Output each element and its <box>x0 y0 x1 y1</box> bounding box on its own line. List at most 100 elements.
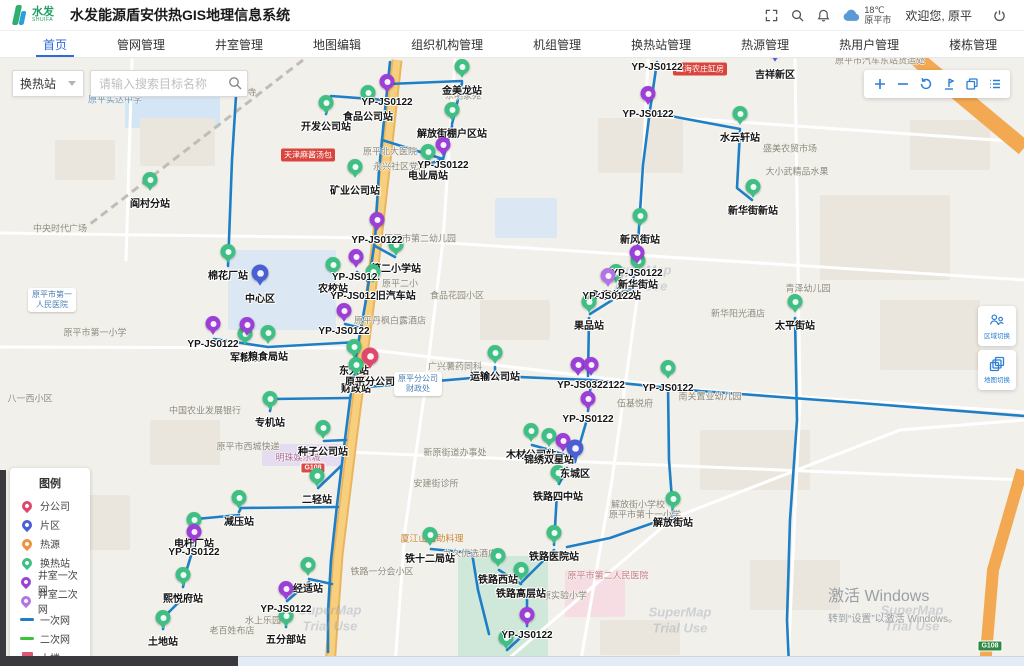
map-marker-新华街新站[interactable] <box>745 179 761 200</box>
category-select[interactable]: 换热站 <box>12 70 84 97</box>
map-marker-新风街站[interactable] <box>632 208 648 229</box>
map-marker-YP-JS0122[interactable] <box>205 316 221 337</box>
nav-item-热用户管理[interactable]: 热用户管理 <box>814 31 924 57</box>
legend-item-label: 一次网 <box>40 612 70 627</box>
basemap-poi-label: 原平市第一小学 <box>63 326 126 339</box>
marker-label: 新风街站 <box>620 231 660 246</box>
map-marker-YP-JS0122[interactable] <box>649 58 665 60</box>
fullscreen-icon[interactable] <box>758 4 784 26</box>
marker-label: YP-JS0122 <box>562 414 613 425</box>
zoom-out-button[interactable] <box>891 72 914 96</box>
map-marker-粮食局站[interactable] <box>260 325 276 346</box>
cloud-icon <box>842 9 860 22</box>
top-bar: 水发 SHUIFA 水发能源盾安供热GIS地理信息系统 18℃ 原平市 欢迎您,… <box>0 0 1024 30</box>
map-marker-YP-JS012.[interactable] <box>348 249 364 270</box>
region-switch-button[interactable]: 区域切换 <box>978 306 1016 346</box>
map-marker-阎村分站[interactable] <box>142 172 158 193</box>
map-marker-YP-JS0122[interactable] <box>369 212 385 233</box>
map-marker-YP-JS0122[interactable] <box>519 607 535 628</box>
map-marker-吉祥新区[interactable] <box>766 58 784 64</box>
map-marker-YP-JS0322122[interactable] <box>583 357 599 378</box>
marker-label: YP-JS0122 <box>631 62 682 73</box>
measure-button[interactable] <box>937 72 960 96</box>
map-marker-太平街站[interactable] <box>787 294 803 315</box>
reset-view-button[interactable] <box>914 72 937 96</box>
nav-item-首页[interactable]: 首页 <box>18 31 92 57</box>
map-marker-专机站[interactable] <box>262 391 278 412</box>
marker-label: YP-JS0122 <box>361 97 412 108</box>
marker-label: 食品公司站 <box>343 108 393 123</box>
map-marker-金美龙站[interactable] <box>454 59 470 80</box>
map-marker-开发公司站[interactable] <box>318 95 334 116</box>
map-marker-解放街站[interactable] <box>665 491 681 512</box>
region-switch-label: 区域切换 <box>984 330 1010 340</box>
legend-list-button[interactable] <box>983 72 1006 96</box>
map-marker-二轻站[interactable] <box>309 468 325 489</box>
basemap-poi-label: 原平市西城快递 <box>216 440 279 453</box>
zoom-in-button[interactable] <box>868 72 891 96</box>
map-marker-矿业公司站[interactable] <box>347 159 363 180</box>
basemap-poi-label: 青泽幼儿园 <box>785 282 830 295</box>
map-marker-运输公司站[interactable] <box>487 345 503 366</box>
marker-label: 阎村分站 <box>130 195 170 210</box>
map-switch-button[interactable]: 地图切换 <box>978 350 1016 390</box>
map-marker-YP-JS0122[interactable] <box>435 137 451 158</box>
map-marker-YP-JS0122[interactable] <box>278 581 294 602</box>
marker-label: 粮食局站 <box>248 348 288 363</box>
map-marker-东城区[interactable] <box>566 439 584 463</box>
notification-bell-icon[interactable] <box>810 4 836 26</box>
nav-item-机组管理[interactable]: 机组管理 <box>508 31 606 57</box>
nav-item-楼栋管理[interactable]: 楼栋管理 <box>924 31 1022 57</box>
map-marker-well1[interactable] <box>239 317 255 338</box>
marker-label: YP-JS012. <box>332 272 380 283</box>
map-marker-YP-JS0122[interactable] <box>186 524 202 545</box>
basemap-poi-label: 原平丹枫白露酒店 <box>354 314 426 327</box>
map-marker-YP-JS0122[interactable] <box>629 245 645 266</box>
nav-item-换热站管理[interactable]: 换热站管理 <box>606 31 716 57</box>
map-marker-熙悦府站[interactable] <box>175 567 191 588</box>
map-marker-YP-JS0122[interactable] <box>660 360 676 381</box>
map-marker-土地站[interactable] <box>155 610 171 631</box>
legend-panel: 图例 分公司片区热源换热站井室一次网井室二次网一次网二次网大楼 <box>10 468 90 666</box>
layers-button[interactable] <box>960 72 983 96</box>
map-marker-经适站[interactable] <box>300 557 316 578</box>
search-submit-icon[interactable] <box>228 76 242 95</box>
nav-item-井室管理[interactable]: 井室管理 <box>190 31 288 57</box>
marker-label: 铁路医院站 <box>529 548 579 563</box>
search-input[interactable] <box>90 70 248 97</box>
map-marker-YP-JS0122[interactable] <box>379 74 395 95</box>
map-marker-YP-JS0122[interactable] <box>580 391 596 412</box>
category-select-value: 换热站 <box>20 75 56 92</box>
basemap-poi-label: 大小武精品水果 <box>765 165 828 178</box>
map-marker-棉花厂站[interactable] <box>220 244 236 265</box>
weather-widget: 18℃ 原平市 <box>842 5 891 26</box>
map-marker-YP-JS0122[interactable] <box>640 86 656 107</box>
map-toolbar <box>864 70 1010 98</box>
map-marker-铁十二局站[interactable] <box>422 527 438 548</box>
map-marker-水云轩站[interactable] <box>732 106 748 127</box>
nav-item-组织机构管理[interactable]: 组织机构管理 <box>386 31 508 57</box>
map-marker-中心区[interactable] <box>251 264 269 288</box>
map-marker-铁路高层站[interactable] <box>513 562 529 583</box>
map-marker-铁路医院站[interactable] <box>546 525 562 546</box>
map-marker-种子公司站[interactable] <box>315 420 331 441</box>
map-marker-YP-JS0122[interactable] <box>336 303 352 324</box>
nav-item-地图编辑[interactable]: 地图编辑 <box>288 31 386 57</box>
map-canvas[interactable]: G108G108原平实达中学妙祥寺东明家苑原平市汽车东站货运处盛美农贸市场大小武… <box>0 58 1024 666</box>
map-marker-铁路西站[interactable] <box>490 548 506 569</box>
map-marker-木材公司站[interactable] <box>523 423 539 444</box>
marker-label: 经适站 <box>293 580 323 595</box>
map-marker-原平分公司[interactable] <box>361 347 379 371</box>
basemap-poi-label: 原平北大医院 <box>363 145 417 158</box>
map-marker-解放街棚户区站[interactable] <box>444 102 460 123</box>
marker-label: 解放街棚户区站 <box>417 125 487 140</box>
marker-label: 减压站 <box>224 513 254 528</box>
nav-item-管网管理[interactable]: 管网管理 <box>92 31 190 57</box>
map-marker-减压站[interactable] <box>231 490 247 511</box>
map-marker-YP-JS0122[interactable] <box>600 268 616 289</box>
logout-power-icon[interactable] <box>986 4 1012 26</box>
search-icon[interactable] <box>784 4 810 26</box>
nav-item-热源管理[interactable]: 热源管理 <box>716 31 814 57</box>
marker-label: 专机站 <box>255 414 285 429</box>
basemap-poi-red-label: 天津麻酱汤包 <box>281 149 335 162</box>
